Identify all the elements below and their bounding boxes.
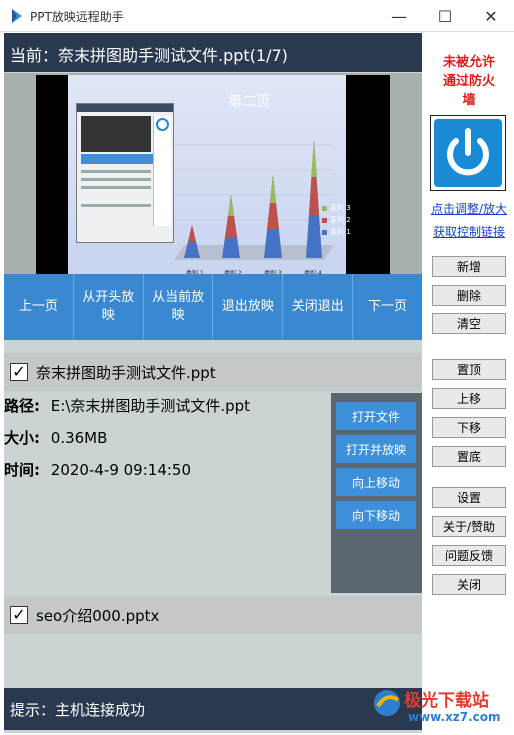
warning-line: 通过防火 [442, 74, 495, 89]
status-hint: 提示：主机连接成功 [4, 688, 422, 730]
window-title: PPT放映远程助手 [30, 10, 124, 24]
time-label: 时间: [4, 461, 40, 479]
feedback-button[interactable]: 问题反馈 [432, 545, 506, 566]
open-file-button[interactable]: 打开文件 [336, 402, 416, 430]
legend-item: 系列 1 [330, 228, 351, 236]
file-item[interactable]: ✓ 奈末拼图助手测试文件.ppt [4, 353, 422, 391]
legend-item: 系列 2 [330, 216, 351, 224]
prev-page-button[interactable]: 上一页 [4, 274, 74, 340]
move-top-button[interactable]: 置顶 [432, 359, 506, 380]
main-panel: 当前：奈末拼图助手测试文件.ppt(1/7) 第二页 系列 3 系列 2 系列 … [4, 33, 422, 733]
size-row: 大小: 0.36MB [4, 427, 107, 448]
size-value: 0.36MB [50, 429, 108, 447]
firewall-warning: 未被允许 通过防火 墙 [424, 53, 514, 110]
file-name: 奈末拼图助手测试文件.ppt [36, 363, 216, 382]
power-icon [434, 119, 502, 187]
next-page-button[interactable]: 下一页 [353, 274, 422, 340]
move-up-button[interactable]: 向上移动 [336, 468, 416, 496]
delete-button[interactable]: 删除 [432, 285, 506, 306]
watermark-url: www.xz7.com [408, 710, 501, 724]
settings-button[interactable]: 设置 [432, 487, 506, 508]
get-control-link[interactable]: 获取控制链接 [424, 223, 514, 240]
file-actions: 打开文件 打开并放映 向上移动 向下移动 [331, 393, 422, 593]
time-value: 2020-4-9 09:14:50 [50, 461, 192, 479]
exit-show-button[interactable]: 退出放映 [213, 274, 284, 340]
add-button[interactable]: 新增 [432, 256, 506, 277]
legend-item: 系列 3 [330, 204, 351, 212]
slide-chart [174, 140, 334, 260]
power-button[interactable] [430, 115, 506, 191]
time-row: 时间: 2020-4-9 09:14:50 [4, 459, 191, 480]
slide-canvas: 第二页 [68, 75, 346, 277]
warning-line: 墙 [462, 93, 476, 108]
title-bar: PPT放映远程助手 — ☐ ✕ [0, 0, 514, 32]
close-exit-button[interactable]: 关闭退出 [283, 274, 354, 340]
clear-button[interactable]: 清空 [432, 313, 506, 334]
path-label: 路径: [4, 397, 40, 415]
embedded-screenshot [76, 103, 174, 243]
close-app-button[interactable]: 关闭 [432, 574, 506, 595]
size-label: 大小: [4, 429, 40, 447]
maximize-button[interactable]: ☐ [422, 0, 468, 32]
path-row: 路径: E:\奈末拼图助手测试文件.ppt [4, 395, 250, 416]
warning-line: 未被允许 [442, 55, 495, 70]
minimize-button[interactable]: — [376, 0, 422, 32]
watermark-logo-icon [374, 690, 400, 716]
move-up-side-button[interactable]: 上移 [432, 388, 506, 409]
file-checkbox[interactable]: ✓ [10, 363, 28, 381]
move-down-button[interactable]: 向下移动 [336, 501, 416, 529]
chart-legend: 系列 3 系列 2 系列 1 [322, 203, 382, 237]
watermark-text: 极光下载站 [404, 691, 489, 711]
slide-preview[interactable]: 第二页 系列 3 系列 2 系列 1 [4, 73, 422, 308]
move-bottom-button[interactable]: 置底 [432, 446, 506, 467]
file-item[interactable]: ✓ seo介绍000.pptx [4, 596, 422, 634]
close-window-button[interactable]: ✕ [468, 0, 514, 32]
file-checkbox[interactable]: ✓ [10, 606, 28, 624]
current-file-bar: 当前：奈末拼图助手测试文件.ppt(1/7) [4, 33, 422, 72]
adjust-zoom-link[interactable]: 点击调整/放大 [424, 200, 514, 217]
move-down-side-button[interactable]: 下移 [432, 417, 506, 438]
control-sidebar: 未被允许 通过防火 墙 点击调整/放大 获取控制链接 新增 删除 清空 置顶 上… [424, 33, 514, 733]
file-detail: 路径: E:\奈末拼图助手测试文件.ppt 大小: 0.36MB 时间: 202… [4, 391, 422, 595]
path-value: E:\奈末拼图助手测试文件.ppt [50, 397, 251, 415]
about-sponsor-button[interactable]: 关于/赞助 [432, 516, 506, 537]
app-icon [12, 9, 22, 23]
watermark: 极光下载站 www.xz7.com [372, 682, 512, 732]
play-from-start-button[interactable]: 从开头放映 [74, 274, 144, 340]
file-name: seo介绍000.pptx [36, 606, 160, 625]
playback-nav: 上一页 从开头放映 从当前放映 退出放映 关闭退出 下一页 [4, 274, 422, 340]
play-from-current-button[interactable]: 从当前放映 [144, 274, 214, 340]
open-and-play-button[interactable]: 打开并放映 [336, 435, 416, 463]
slide-frame: 第二页 系列 3 系列 2 系列 1 [36, 75, 390, 277]
